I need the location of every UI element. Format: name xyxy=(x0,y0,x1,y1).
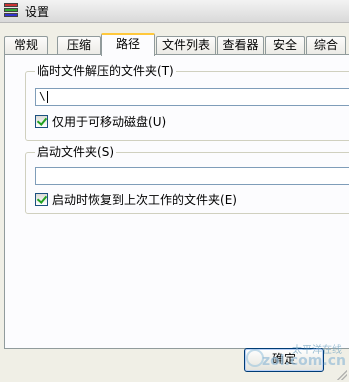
start-folder-group: 启动文件夹(S) 启动时恢复到上次工作的文件夹 (E) xyxy=(25,145,349,214)
tab-strip: 常规 压缩 路径 文件列表 查看器 安全 综合 xyxy=(4,33,349,56)
tab-compression[interactable]: 压缩 xyxy=(57,36,101,54)
start-folder-input[interactable] xyxy=(35,167,349,185)
tab-paths[interactable]: 路径 xyxy=(101,33,155,56)
removable-only-checkbox[interactable] xyxy=(35,115,48,128)
start-folder-accel: (S) xyxy=(97,145,114,159)
resize-grip-icon[interactable] xyxy=(337,370,347,380)
temp-folder-group-title: 临时文件解压的文件夹(T) xyxy=(35,64,176,78)
text-caret xyxy=(46,91,48,103)
start-folder-label: 启动文件夹 xyxy=(37,145,98,159)
restore-folder-row[interactable]: 启动时恢复到上次工作的文件夹 (E) xyxy=(35,191,237,208)
tab-viewer[interactable]: 查看器 xyxy=(217,36,264,54)
tab-security[interactable]: 安全 xyxy=(265,36,305,54)
watermark: 太平洋在线 zol.com.cn xyxy=(262,345,346,369)
title-bar[interactable]: 设置 xyxy=(0,0,349,23)
start-folder-group-title: 启动文件夹(S) xyxy=(35,145,116,159)
restore-folder-accel: (E) xyxy=(220,192,237,207)
temp-folder-value: \ xyxy=(39,90,46,103)
tab-misc[interactable]: 综合 xyxy=(306,36,346,54)
removable-only-accel: (U) xyxy=(148,114,167,129)
temp-folder-group: 临时文件解压的文件夹(T) \ 仅用于可移动磁盘 (U) xyxy=(25,64,349,141)
watermark-line2: zol.com.cn xyxy=(262,353,346,369)
temp-folder-input[interactable]: \ xyxy=(35,88,349,106)
removable-only-row[interactable]: 仅用于可移动磁盘 (U) xyxy=(35,113,166,130)
restore-folder-checkbox[interactable] xyxy=(35,193,48,206)
paths-panel: 临时文件解压的文件夹(T) \ 仅用于可移动磁盘 (U) 启动文件夹(S) 启动时… xyxy=(4,54,349,349)
archive-app-icon xyxy=(3,3,19,19)
removable-only-label: 仅用于可移动磁盘 xyxy=(52,115,149,129)
settings-window: 设置 常规 压缩 路径 文件列表 查看器 安全 综合 临时文件解压的文件夹(T)… xyxy=(0,0,349,382)
window-title: 设置 xyxy=(25,4,50,19)
tab-general[interactable]: 常规 xyxy=(4,36,48,54)
restore-folder-label: 启动时恢复到上次工作的文件夹 xyxy=(52,193,221,207)
temp-folder-label: 临时文件解压的文件夹 xyxy=(37,64,158,78)
temp-folder-accel: (T) xyxy=(157,64,174,78)
tab-file-list[interactable]: 文件列表 xyxy=(156,36,216,54)
